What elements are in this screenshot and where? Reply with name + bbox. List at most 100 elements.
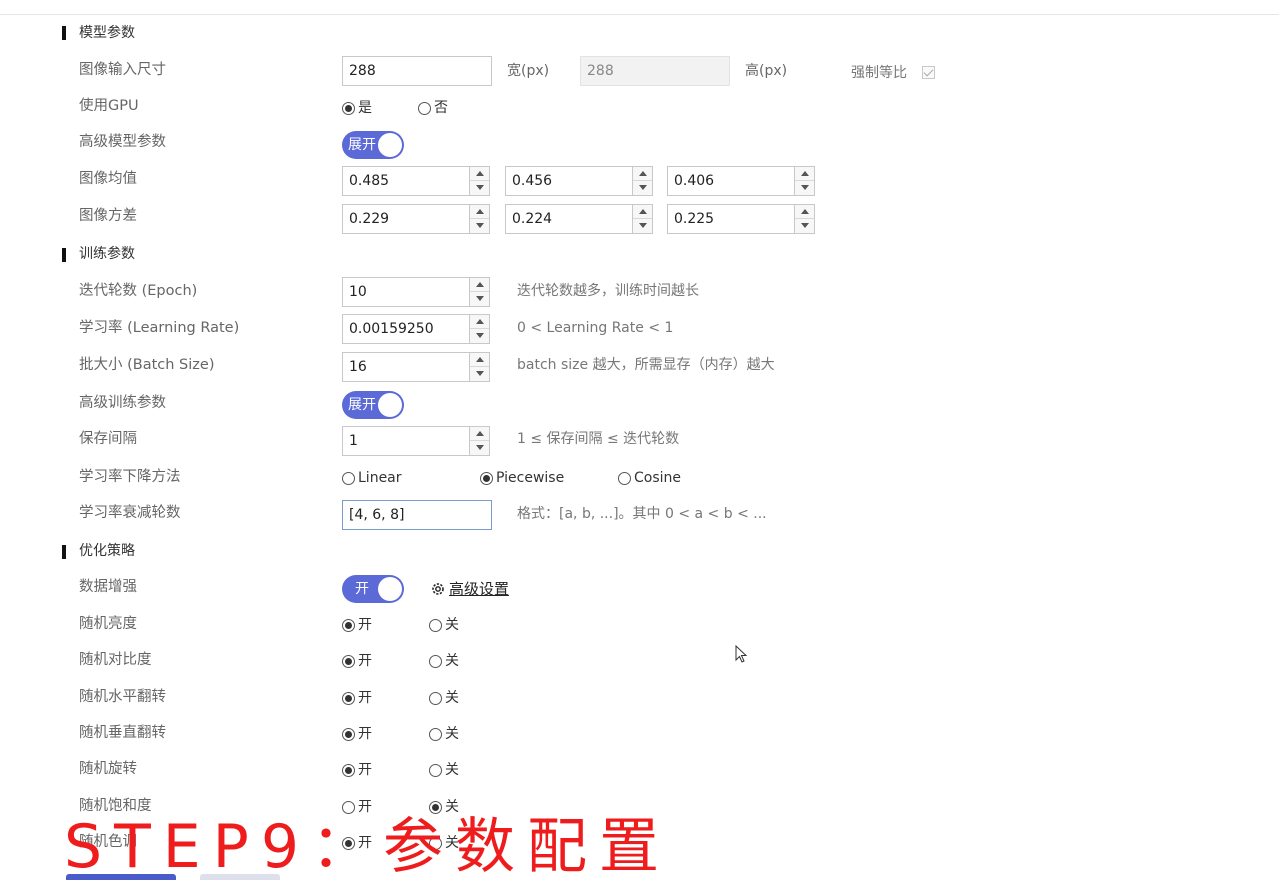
lock-ratio-checkbox[interactable]	[922, 66, 935, 79]
std-input-1[interactable]: 0.229	[342, 204, 470, 234]
radio-dot	[342, 691, 355, 705]
lr-linear-radio[interactable]: Linear	[342, 468, 402, 488]
step-caption-overlay: STEP9：参数配置	[64, 812, 672, 882]
lr-decay-epochs-hint: 格式：[a, b, ...]。其中 0 < a < b < ...	[517, 506, 767, 522]
advanced-settings-link[interactable]: 高级设置	[430, 578, 509, 600]
epoch-input[interactable]: 10	[342, 277, 470, 307]
image-height-input[interactable]: 288	[580, 56, 730, 86]
spin-down-icon[interactable]	[633, 219, 652, 233]
section-title-train: 训练参数	[79, 246, 135, 262]
advanced-train-toggle[interactable]: 展开	[342, 391, 404, 419]
spin-up-icon[interactable]	[470, 278, 489, 292]
spin-up-icon[interactable]	[633, 167, 652, 181]
top-divider	[0, 14, 1279, 15]
spin-up-icon[interactable]	[470, 353, 489, 367]
augment-on-radio[interactable]: 开	[342, 724, 372, 744]
radio-dot	[418, 101, 431, 115]
spin-up-icon[interactable]	[470, 315, 489, 329]
radio-dot	[618, 471, 631, 485]
spin-down-icon[interactable]	[470, 219, 489, 233]
spin-up-icon[interactable]	[470, 427, 489, 441]
spin-down-icon[interactable]	[470, 441, 489, 455]
learning-rate-label: 学习率 (Learning Rate)	[79, 320, 240, 336]
mouse-cursor-icon	[735, 645, 748, 663]
augment-switch-label: 随机垂直翻转	[79, 725, 166, 741]
std-spinner-2[interactable]	[633, 204, 653, 234]
mean-input-3[interactable]: 0.406	[667, 166, 795, 196]
save-interval-hint: 1 ≤ 保存间隔 ≤ 迭代轮数	[517, 431, 680, 447]
augment-off-radio[interactable]: 关	[429, 615, 459, 635]
spin-up-icon[interactable]	[795, 205, 814, 219]
radio-dot	[342, 763, 355, 777]
learning-rate-input[interactable]: 0.00159250	[342, 314, 470, 344]
augment-on-radio[interactable]: 开	[342, 760, 372, 780]
radio-dot	[429, 618, 442, 632]
image-width-input[interactable]: 288	[342, 56, 492, 86]
save-interval-spinner[interactable]	[470, 426, 490, 456]
spin-down-icon[interactable]	[470, 329, 489, 343]
gpu-yes-radio[interactable]: 是	[342, 98, 372, 118]
radio-dot	[342, 654, 355, 668]
std-input-3[interactable]: 0.225	[667, 204, 795, 234]
mean-spinner-2[interactable]	[633, 166, 653, 196]
spin-up-icon[interactable]	[633, 205, 652, 219]
augment-on-radio[interactable]: 开	[342, 651, 372, 671]
gpu-yes-label: 是	[358, 100, 372, 116]
lr-decay-method-label: 学习率下降方法	[79, 469, 181, 485]
batch-size-spinner[interactable]	[470, 352, 490, 382]
radio-dot	[429, 763, 442, 777]
radio-dot	[342, 618, 355, 632]
augment-switch-label: 随机对比度	[79, 652, 152, 668]
lr-cosine-radio[interactable]: Cosine	[618, 468, 681, 488]
spin-down-icon[interactable]	[470, 367, 489, 381]
spin-down-icon[interactable]	[633, 181, 652, 195]
radio-dot	[342, 101, 355, 115]
spin-down-icon[interactable]	[470, 292, 489, 306]
augment-on-label: 开	[358, 690, 372, 706]
spin-up-icon[interactable]	[470, 205, 489, 219]
save-interval-input[interactable]: 1	[342, 426, 470, 456]
lr-decay-epochs-input[interactable]: [4, 6, 8]	[342, 500, 492, 530]
batch-size-input[interactable]: 16	[342, 352, 470, 382]
mean-input-2[interactable]: 0.456	[505, 166, 633, 196]
spin-down-icon[interactable]	[795, 181, 814, 195]
gpu-no-radio[interactable]: 否	[418, 98, 448, 118]
learning-rate-spinner[interactable]	[470, 314, 490, 344]
batch-size-hint: batch size 越大，所需显存（内存）越大	[517, 357, 775, 373]
radio-dot	[342, 727, 355, 741]
spin-down-icon[interactable]	[470, 181, 489, 195]
std-spinner-3[interactable]	[795, 204, 815, 234]
lr-piecewise-radio[interactable]: Piecewise	[480, 468, 564, 488]
learning-rate-hint: 0 < Learning Rate < 1	[517, 320, 674, 336]
augment-toggle[interactable]: 开	[342, 575, 404, 603]
augment-off-radio[interactable]: 关	[429, 724, 459, 744]
radio-dot	[429, 654, 442, 668]
radio-dot	[342, 471, 355, 485]
section-title-model: 模型参数	[79, 25, 135, 41]
image-std-label: 图像方差	[79, 208, 137, 224]
augment-off-radio[interactable]: 关	[429, 688, 459, 708]
height-unit: 高(px)	[745, 63, 788, 79]
lr-decay-epochs-label: 学习率衰减轮数	[79, 505, 181, 521]
std-spinner-1[interactable]	[470, 204, 490, 234]
advanced-settings-text: 高级设置	[449, 580, 510, 598]
spin-down-icon[interactable]	[795, 219, 814, 233]
augment-on-radio[interactable]: 开	[342, 688, 372, 708]
epoch-spinner[interactable]	[470, 277, 490, 307]
augment-switch-label: 随机水平翻转	[79, 689, 166, 705]
std-input-2[interactable]: 0.224	[505, 204, 633, 234]
radio-dot	[480, 471, 493, 485]
spin-up-icon[interactable]	[470, 167, 489, 181]
advanced-model-toggle[interactable]: 展开	[342, 131, 404, 159]
mean-spinner-3[interactable]	[795, 166, 815, 196]
spin-up-icon[interactable]	[795, 167, 814, 181]
augment-on-label: 开	[358, 762, 372, 778]
mean-input-1[interactable]: 0.485	[342, 166, 470, 196]
toggle-text: 展开	[348, 397, 376, 413]
augment-off-radio[interactable]: 关	[429, 760, 459, 780]
augment-switch-label: 随机亮度	[79, 616, 137, 632]
augment-off-label: 关	[445, 726, 459, 742]
mean-spinner-1[interactable]	[470, 166, 490, 196]
augment-on-radio[interactable]: 开	[342, 615, 372, 635]
augment-off-radio[interactable]: 关	[429, 651, 459, 671]
